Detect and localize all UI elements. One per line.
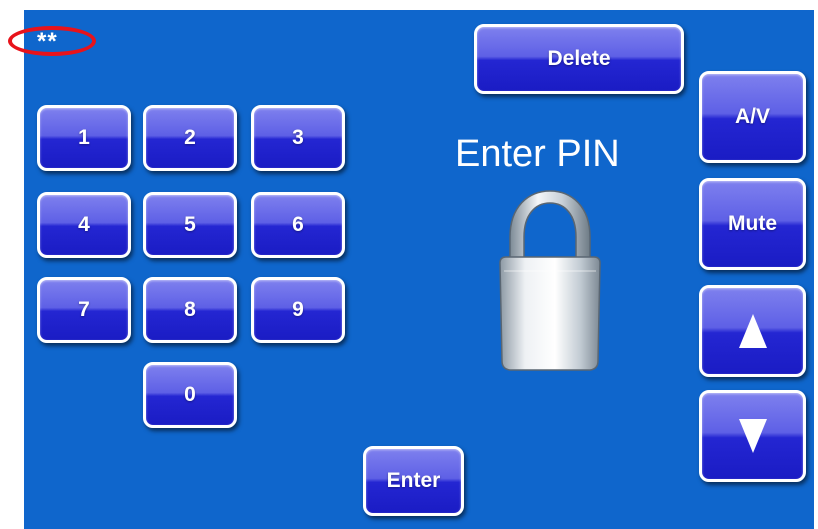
- delete-button[interactable]: Delete: [474, 24, 684, 94]
- mute-button[interactable]: Mute: [699, 178, 806, 270]
- page-title: Enter PIN: [455, 133, 620, 175]
- key-0[interactable]: 0: [143, 362, 237, 428]
- padlock-icon: [492, 187, 608, 380]
- arrow-down-icon: [738, 419, 767, 453]
- key-7[interactable]: 7: [37, 277, 131, 343]
- pin-highlight-ring: [8, 26, 96, 56]
- key-2[interactable]: 2: [143, 105, 237, 171]
- arrow-up-icon: [738, 314, 767, 348]
- key-1[interactable]: 1: [37, 105, 131, 171]
- volume-up-button[interactable]: [699, 285, 806, 377]
- key-5[interactable]: 5: [143, 192, 237, 258]
- key-3[interactable]: 3: [251, 105, 345, 171]
- key-4[interactable]: 4: [37, 192, 131, 258]
- key-8[interactable]: 8: [143, 277, 237, 343]
- key-9[interactable]: 9: [251, 277, 345, 343]
- av-button[interactable]: A/V: [699, 71, 806, 163]
- volume-down-button[interactable]: [699, 390, 806, 482]
- key-6[interactable]: 6: [251, 192, 345, 258]
- enter-button[interactable]: Enter: [363, 446, 464, 516]
